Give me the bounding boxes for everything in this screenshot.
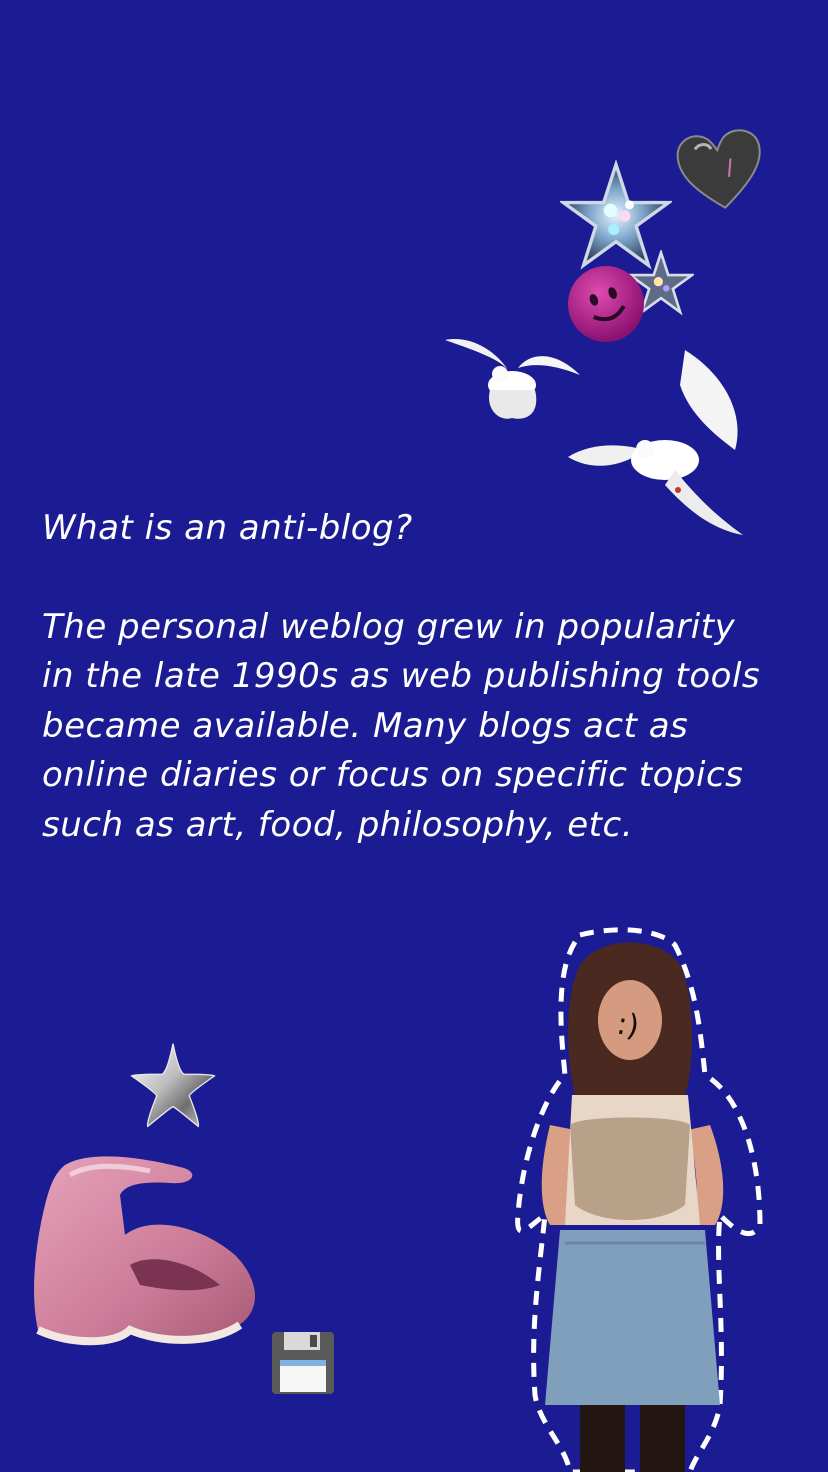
dark-heart-sticker [676,129,761,209]
chrome-star-sticker [130,1043,216,1128]
pink-platform-shoe-sticker [34,1156,255,1346]
post-content: What is an anti-blog? The personal weblo… [42,504,762,850]
floppy-disk-icon [272,1332,334,1394]
dove-sticker [445,339,580,419]
person-cutout-sticker: :) [515,927,763,1472]
post-heading: What is an anti-blog? [42,508,413,548]
post-body: The personal weblog grew in popularity i… [42,606,761,845]
